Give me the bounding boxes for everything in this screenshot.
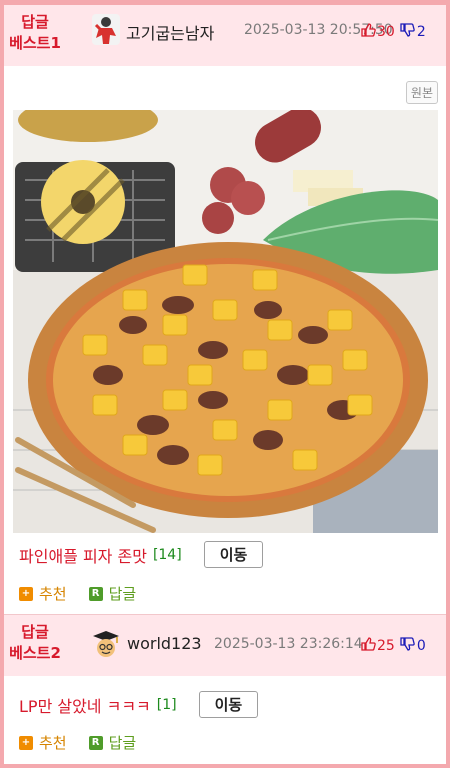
avatar-figure-icon xyxy=(92,14,120,45)
graduate-avatar-icon xyxy=(91,629,119,660)
post-actions: + 추천 R 답글 xyxy=(19,583,158,604)
post-title-row: 파인애플 피자 존맛 [14] 이동 xyxy=(19,541,264,568)
recommend-button[interactable]: + 추천 xyxy=(19,732,67,753)
reply-label: 답글 xyxy=(108,585,137,603)
post-title[interactable]: LP만 살았네 ㅋㅋㅋ xyxy=(19,693,151,717)
plus-square-icon: + xyxy=(19,586,33,601)
best-replies-panel: 답글 베스트1 고기굽는남자 2025-03-13 20:57:50 30 2 … xyxy=(4,5,446,764)
thumb-up-icon[interactable] xyxy=(360,636,376,656)
recommend-button[interactable]: + 추천 xyxy=(19,583,67,604)
original-image-button[interactable]: 원본 xyxy=(405,81,438,104)
post-date: 2025-03-13 23:26:14 xyxy=(214,636,363,652)
recommend-label: 추천 xyxy=(39,585,67,603)
down-count: 0 xyxy=(416,638,426,654)
best-badge: 답글 베스트2 xyxy=(6,622,64,664)
recommend-label: 추천 xyxy=(39,734,67,752)
plus-square-icon: + xyxy=(19,735,33,750)
author-name[interactable]: world123 xyxy=(127,634,202,653)
up-count: 30 xyxy=(377,24,395,40)
down-count: 2 xyxy=(416,24,426,40)
best-badge-line2: 베스트2 xyxy=(9,644,61,662)
post-header: 답글 베스트1 고기굽는남자 2025-03-13 20:57:50 30 2 xyxy=(4,5,446,66)
reply-label: 답글 xyxy=(108,734,137,752)
r-square-icon: R xyxy=(88,735,103,750)
pizza-photo xyxy=(13,110,438,533)
vote-box: 30 2 xyxy=(360,22,426,42)
move-button[interactable]: 이동 xyxy=(198,691,259,718)
reply-button[interactable]: R 답글 xyxy=(88,732,137,753)
comment-count[interactable]: [14] xyxy=(153,547,182,563)
thumb-down-icon[interactable] xyxy=(399,636,415,656)
reply-button[interactable]: R 답글 xyxy=(88,583,137,604)
best-badge-line2: 베스트1 xyxy=(9,34,61,52)
vote-box: 25 0 xyxy=(360,636,426,656)
r-square-icon: R xyxy=(88,586,103,601)
post-header: 답글 베스트2 world123 2025-03-13 23:26:14 25 xyxy=(4,615,446,676)
post-image[interactable] xyxy=(13,110,438,533)
best-badge-line1: 답글 xyxy=(21,623,49,641)
thumb-up-icon[interactable] xyxy=(360,22,376,42)
post-title-row: LP만 살았네 ㅋㅋㅋ [1] 이동 xyxy=(19,691,259,718)
comment-count[interactable]: [1] xyxy=(157,697,177,713)
avatar[interactable] xyxy=(92,14,120,45)
post-actions: + 추천 R 답글 xyxy=(19,732,158,753)
up-count: 25 xyxy=(377,638,395,654)
move-button[interactable]: 이동 xyxy=(203,541,264,568)
best-badge: 답글 베스트1 xyxy=(6,12,64,54)
thumb-down-icon[interactable] xyxy=(399,22,415,42)
avatar[interactable] xyxy=(91,629,119,660)
post-title[interactable]: 파인애플 피자 존맛 xyxy=(19,543,147,567)
author-name[interactable]: 고기굽는남자 xyxy=(126,20,214,44)
best-badge-line1: 답글 xyxy=(21,13,49,31)
